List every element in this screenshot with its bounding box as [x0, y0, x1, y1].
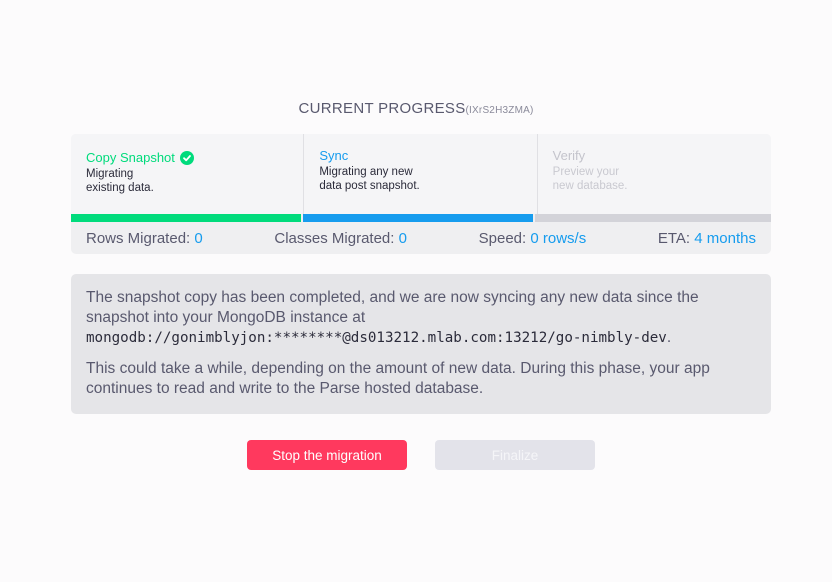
step-desc-line: Migrating — [86, 168, 134, 180]
step-title: Sync — [319, 148, 349, 163]
step-title: Verify — [552, 148, 586, 163]
stat-speed: Speed: 0 rows/s — [479, 230, 587, 247]
finalize-button[interactable]: Finalize — [435, 440, 595, 470]
step-copy-snapshot: Copy Snapshot Migrating existing data. — [71, 134, 305, 214]
stat-label: Speed: — [478, 229, 527, 247]
stat-label: Rows Migrated: — [86, 229, 191, 247]
step-title-text: Copy Snapshot — [86, 150, 175, 165]
step-title: Copy Snapshot — [86, 150, 288, 165]
status-message-box: The snapshot copy has been completed, an… — [71, 274, 771, 414]
stat-rows-migrated: Rows Migrated: 0 — [86, 230, 203, 247]
stat-eta: ETA: 4 months — [658, 230, 756, 247]
step-desc-line: new database. — [552, 180, 628, 192]
step-desc-line: Migrating any new — [319, 166, 413, 178]
step-description: Preview your new database. — [553, 165, 756, 193]
status-paragraph: This could take a while, depending on th… — [86, 360, 710, 397]
progress-bar-copy-snapshot — [71, 214, 302, 222]
stat-classes-migrated: Classes Migrated: 0 — [274, 230, 407, 247]
connection-string: mongodb://gonimblyjon:********@ds013212.… — [86, 330, 667, 346]
stat-value: 0 — [398, 229, 407, 247]
step-description: Migrating existing data. — [86, 167, 288, 195]
step-desc-line: data post snapshot. — [319, 180, 420, 192]
check-circle-icon — [179, 150, 194, 165]
status-text: The snapshot copy has been completed, an… — [86, 289, 699, 326]
step-desc-line: Preview your — [552, 166, 620, 178]
stat-label: Classes Migrated: — [274, 229, 395, 247]
page-title: CURRENT PROGRESS(IXrS2H3ZMA) — [0, 100, 832, 117]
step-sync: Sync Migrating any new data post snapsho… — [304, 134, 538, 214]
step-description: Migrating any new data post snapshot. — [319, 165, 521, 193]
stop-migration-button[interactable]: Stop the migration — [247, 440, 407, 470]
progress-bar-verify — [535, 214, 771, 222]
stats-row: Rows Migrated: 0 Classes Migrated: 0 Spe… — [71, 222, 771, 254]
stat-value: 4 months — [694, 229, 756, 247]
status-paragraph: The snapshot copy has been completed, an… — [86, 288, 756, 348]
progress-bars — [71, 214, 771, 222]
step-verify: Verify Preview your new database. — [537, 134, 771, 214]
stat-label: ETA: — [657, 229, 691, 247]
stat-value: 0 rows/s — [530, 229, 587, 247]
progress-bar-sync — [303, 214, 534, 222]
stat-value: 0 — [194, 229, 203, 247]
title-text: CURRENT PROGRESS — [298, 100, 466, 117]
status-text-end: . — [666, 329, 672, 346]
migration-id: (IXrS2H3ZMA) — [465, 105, 534, 116]
progress-panel: Copy Snapshot Migrating existing data. S… — [71, 134, 771, 254]
step-desc-line: existing data. — [86, 182, 154, 194]
steps-row: Copy Snapshot Migrating existing data. S… — [71, 134, 771, 214]
